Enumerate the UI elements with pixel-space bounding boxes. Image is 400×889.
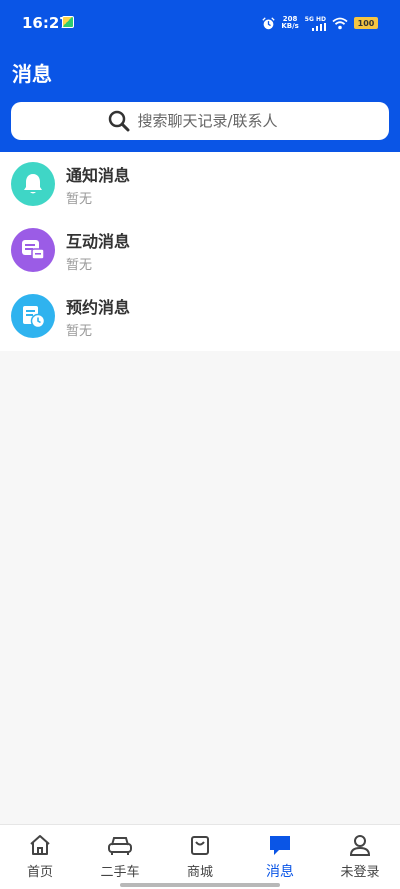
bell-icon	[11, 162, 55, 206]
bottom-tab-bar: 首页 二手车 商城 消息 未登录	[0, 824, 400, 889]
search-input[interactable]	[137, 112, 293, 130]
message-item-subtitle: 暂无	[66, 258, 93, 273]
battery-indicator: 100	[354, 17, 378, 29]
tab-label: 首页	[26, 865, 53, 880]
schedule-icon	[11, 294, 55, 338]
tab-shop[interactable]: 商城	[160, 825, 240, 889]
page-title: 消息	[12, 62, 52, 86]
message-item-title: 通知消息	[66, 166, 131, 185]
message-item-interaction[interactable]: 互动消息 暂无	[0, 218, 400, 284]
home-indicator	[120, 883, 280, 887]
chat-icon	[11, 228, 55, 272]
tab-label: 消息	[266, 864, 294, 880]
tab-label: 二手车	[100, 865, 140, 880]
tab-label: 商城	[186, 865, 213, 880]
message-list: 通知消息 暂无 互动消息 暂无 预约消息 暂无	[0, 152, 400, 351]
app-notification-icon	[62, 16, 74, 28]
wifi-icon	[332, 17, 348, 29]
alarm-icon	[262, 16, 275, 29]
message-item-notification[interactable]: 通知消息 暂无	[0, 152, 400, 218]
header: 16:27 208 KB/s 5G HD 100 消息	[0, 0, 400, 152]
tab-home[interactable]: 首页	[0, 825, 80, 889]
car-icon	[108, 837, 132, 855]
status-bar: 16:27 208 KB/s 5G HD 100	[0, 0, 400, 44]
home-icon	[30, 835, 50, 855]
message-item-title: 互动消息	[66, 232, 131, 251]
network-speed: 208 KB/s	[281, 15, 299, 30]
user-icon	[349, 835, 371, 856]
tab-used-cars[interactable]: 二手车	[80, 825, 160, 889]
message-item-subtitle: 暂无	[66, 324, 93, 339]
search-bar[interactable]	[11, 102, 389, 140]
shop-bag-icon	[191, 836, 209, 855]
tab-messages[interactable]: 消息	[240, 825, 320, 889]
tab-label: 未登录	[340, 865, 380, 880]
search-icon	[108, 110, 129, 132]
signal-icon: 5G HD	[305, 16, 326, 31]
message-icon	[270, 836, 290, 855]
message-item-subtitle: 暂无	[66, 192, 93, 207]
tab-profile[interactable]: 未登录	[320, 825, 400, 889]
message-item-appointment[interactable]: 预约消息 暂无	[0, 284, 400, 350]
message-item-title: 预约消息	[66, 298, 131, 317]
